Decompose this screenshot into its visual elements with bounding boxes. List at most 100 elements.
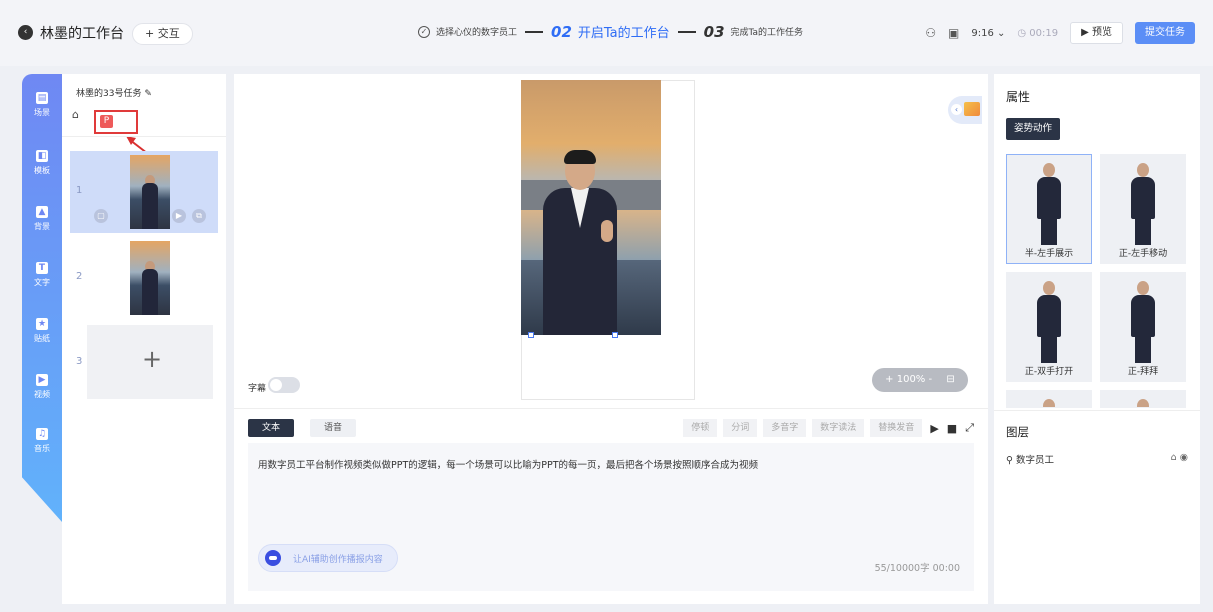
check-circle-icon: ✓ [418,25,430,38]
user-icon: ⚲ [1006,455,1013,466]
rail-label: 视频 [34,390,50,399]
background-icon: ▲ [36,206,48,218]
sticker-icon: ★ [36,318,48,330]
rail-item-background[interactable]: ▲ 背景 [22,206,62,232]
segment-tool[interactable]: 分词 [723,419,758,437]
lock-icon[interactable]: ⌂ [1171,452,1177,463]
ppt-import-button[interactable]: P [100,115,113,128]
save-icon[interactable]: ▣ [948,26,959,40]
step1-label: 选择心仪的数字员工 [436,28,518,38]
rail-item-sticker[interactable]: ★ 贴纸 [22,318,62,344]
scene-card[interactable]: 2 [70,237,218,319]
zoom-control[interactable]: + 100% - ⊟ [872,368,968,392]
chevron-left-icon: ‹ [951,104,962,115]
arrow-left-icon[interactable]: ‹ [18,25,33,40]
video-icon: ▶ [36,374,48,386]
top-actions: ⚇ ▣ 9:16 ⌄ ◷ 00:19 ▶ 预览 提交任务 [925,22,1195,44]
preview-button[interactable]: ▶ 预览 [1070,22,1123,44]
collapse-panel-button[interactable]: ‹ [948,96,982,124]
pose-card[interactable]: 正-左手移动 [1100,154,1186,264]
subtitle-label: 字幕 [248,384,267,394]
tab-voice[interactable]: 语音 [310,419,357,437]
divider [62,136,226,137]
duplicate-icon[interactable]: ⧉ [192,209,206,223]
stop-icon[interactable]: ■ [947,422,957,435]
rail-label: 场景 [34,108,50,117]
expand-icon[interactable]: ⤢ [965,421,974,435]
pose-card[interactable]: 半-左手展示 [1006,154,1092,264]
layer-row[interactable]: ⚲ 数字员工 ⌂ ◉ [1006,452,1188,466]
preview-video[interactable] [521,80,661,335]
pause-tool[interactable]: 停顿 [683,419,718,437]
rail-label: 音乐 [34,444,50,453]
rail-item-video[interactable]: ▶ 视频 [22,374,62,400]
replace-pronunciation-tool[interactable]: 替换发音 [870,419,923,437]
rail-item-template[interactable]: ◧ 模板 [22,150,62,176]
zoom-value: + 100% - [885,374,933,385]
polyphone-tool[interactable]: 多音字 [763,419,807,437]
pose-name: 正-左手移动 [1118,249,1168,259]
scene-number: 1 [76,185,83,196]
delete-icon[interactable]: ▢ [94,209,108,223]
rail-label: 贴纸 [34,334,50,343]
edit-pencil-icon[interactable]: ✎ [144,89,152,99]
workspace-title: 林墨的工作台 [40,26,124,42]
music-icon: ♫ [36,428,48,440]
scene-number: 2 [76,271,83,282]
script-panel: 文本 语音 停顿 分词 多音字 数字读法 替换发音 ▶ ■ ⤢ 用数字员工平台制… [234,408,988,604]
eye-icon[interactable]: ◉ [1180,452,1188,463]
step2-label: 开启Ta的工作台 [577,26,670,41]
properties-panel: 属性 姿势动作 半-左手展示 正-左手移动 正-双手打开 正-拜拜 图层 ⚲ 数… [994,74,1200,604]
submit-task-button[interactable]: 提交任务 [1135,22,1195,44]
text-icon: T [36,262,48,274]
rail-label: 背景 [34,222,50,231]
number-reading-tool[interactable]: 数字读法 [812,419,865,437]
lock-icon[interactable]: ⌂ [72,108,86,122]
task-name[interactable]: 林墨的33号任务 ✎ [76,86,152,99]
pose-name: 正-拜拜 [1127,367,1159,377]
subtitle-toggle[interactable] [268,377,300,393]
canvas-panel: ‹ 字幕 + 100% - ⊟ [234,74,988,408]
user-list-icon[interactable]: ⚇ [925,26,936,40]
step2-number: 02 [551,22,572,41]
scene-thumbnail [130,241,170,315]
layer-name: 数字员工 [1016,455,1055,466]
robot-icon [265,550,281,566]
divider [994,410,1200,411]
script-editor[interactable]: 用数字员工平台制作视频类似做PPT的逻辑，每一个场景可以比喻为PPT的每一页，最… [248,443,974,591]
play-icon[interactable]: ▶ [172,209,186,223]
pose-card[interactable]: 正-双手打开 [1006,272,1092,382]
template-icon: ◧ [36,150,48,162]
ai-assist-button[interactable]: 让AI辅助创作播报内容 [258,544,398,572]
add-scene-button[interactable]: + [87,325,213,399]
pose-name: 正-双手打开 [1024,367,1074,377]
step3-number: 03 [703,22,725,41]
step-divider [677,30,696,33]
timer-value: 00:19 [1029,27,1059,39]
pose-card[interactable] [1100,390,1186,408]
plus-icon: + [142,345,163,373]
properties-title: 属性 [1006,90,1031,104]
ratio-select[interactable]: 9:16 ⌄ [971,28,1005,39]
rail-item-music[interactable]: ♫ 音乐 [22,428,62,454]
rail-item-text[interactable]: T 文字 [22,262,62,288]
tab-text[interactable]: 文本 [248,419,295,437]
scene-number: 3 [76,356,83,367]
play-icon[interactable]: ▶ [930,422,938,435]
scene-card[interactable]: 1 ▢ ▶ ⧉ [70,151,218,233]
resize-handle[interactable] [528,332,534,338]
rail-item-scene[interactable]: ▤ 场景 [22,92,62,118]
fit-screen-icon[interactable]: ⊟ [946,368,954,392]
scene-tools: ⌂ [72,108,86,122]
interact-button[interactable]: + 交互 [132,23,193,45]
task-name-text: 林墨的33号任务 [76,89,142,99]
tab-pose-actions[interactable]: 姿势动作 [1006,118,1061,140]
script-content[interactable]: 用数字员工平台制作视频类似做PPT的逻辑，每一个场景可以比喻为PPT的每一页，最… [258,457,758,471]
resize-handle[interactable] [612,332,618,338]
ratio-value: 9:16 [971,27,994,39]
timer: ◷ 00:19 [1017,27,1059,39]
scene-panel: 林墨的33号任务 ✎ ⌂ P 1 ▢ ▶ ⧉ 2 3 + [62,74,226,604]
pose-card[interactable] [1006,390,1092,408]
rail-label: 模板 [34,166,50,175]
pose-card[interactable]: 正-拜拜 [1100,272,1186,382]
